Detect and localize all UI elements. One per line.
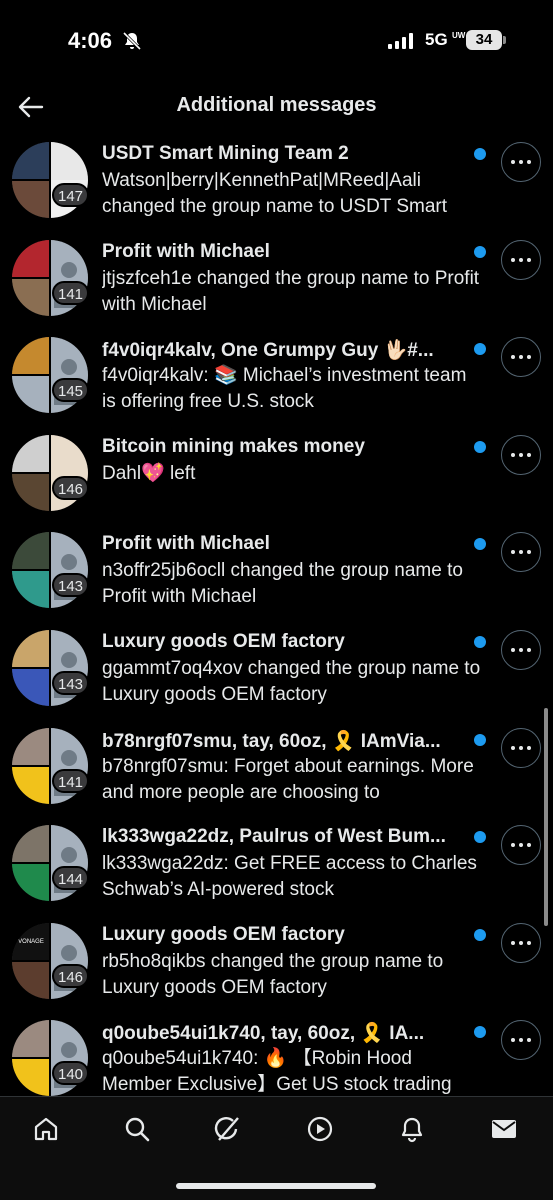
battery-icon: 34 [466,30,502,50]
conversation-preview: Dahl💖 left [102,462,196,484]
conversation-preview: f4v0iqr4kalv: 📚 Michael’s investment tea… [102,365,467,413]
more-options-button[interactable] [501,142,541,182]
page-title: Additional messages [176,94,377,116]
conversation-row[interactable]: 140 q0oube54ui1k740, tay, 60oz, 🎗️ IA...… [0,1012,553,1096]
unread-dot [474,1026,486,1039]
conversation-title: b78nrgf07smu, tay, 60oz, 🎗️ IAmVia... [102,730,441,752]
conversation-title: Luxury goods OEM factory [102,923,345,945]
search-icon [125,1117,150,1142]
unread-dot [474,440,486,453]
member-count-badge: 140 [52,1061,90,1086]
conversation-preview: ggammt7oq4xov changed the group name to … [102,657,481,705]
conversation-title: USDT Smart Mining Team 2 [102,143,349,164]
member-count-badge: 141 [52,280,90,305]
more-options-button[interactable] [501,922,541,963]
conversation-title: q0oube54ui1k740, tay, 60oz, 🎗️ IA... [102,1023,425,1045]
conversation-row[interactable]: 144 lk333wga22dz, Paulrus of West Bum...… [0,817,553,915]
member-count-badge: 146 [52,963,90,988]
conversation-preview: rb5ho8qikbs changed the group name to Lu… [102,950,444,998]
network-label: 5G [425,30,448,49]
nav-notifications[interactable] [392,1109,432,1149]
more-options-button[interactable] [501,434,541,475]
network-sub-label: UW [452,31,466,40]
more-options-button[interactable] [501,727,541,768]
more-options-button[interactable] [501,239,541,280]
more-options-button[interactable] [501,532,541,573]
home-indicator[interactable] [176,1183,376,1189]
bell-icon [401,1117,423,1143]
more-options-button[interactable] [501,825,541,866]
status-bar: 4:06 5G UW 34 [0,0,553,80]
conversation-list: 147 USDT Smart Mining Team 2 Watson|berr… [0,134,553,1096]
conversation-title: Profit with Michael [102,240,270,262]
member-count-badge: 146 [52,475,90,500]
conversation-preview: q0oube54ui1k740: 🔥 【Robin Hood Member Ex… [102,1048,452,1096]
signal-icon [388,33,413,49]
member-count-badge: 144 [52,866,90,891]
unread-dot [474,831,486,844]
member-count-badge: 145 [52,378,90,403]
mail-icon [492,1120,516,1138]
unread-dot [474,928,486,941]
conversation-preview: lk333wga22dz: Get FREE access to Charles… [102,853,477,901]
vonage-logo: VONAGE [12,922,50,961]
unread-dot [474,148,486,160]
conversation-preview: jtjszfceh1e changed the group name to Pr… [102,267,480,315]
unread-dot [474,245,486,258]
member-count-badge: 143 [52,573,90,598]
conversation-row[interactable]: 143 Luxury goods OEM factory ggammt7oq4x… [0,622,553,720]
header: Additional messages [0,80,553,134]
conversation-row[interactable]: 143 Profit with Michael n3offr25jb6ocll … [0,524,553,622]
conversation-row[interactable]: 147 USDT Smart Mining Team 2 Watson|berr… [0,134,553,232]
conversation-title: f4v0iqr4kalv, One Grumpy Guy 🖖🏻#... [102,340,434,362]
battery-tip [503,36,506,44]
nav-messages[interactable] [484,1109,524,1149]
play-icon [307,1116,333,1142]
conversation-row[interactable]: 146 Bitcoin mining makes money Dahl💖 lef… [0,427,553,525]
nav-search[interactable] [117,1109,157,1149]
conversation-preview: Watson|berry|KennethPat|MReed|Aali chang… [102,170,448,217]
unread-dot [474,538,486,551]
nav-video[interactable] [300,1109,340,1149]
unread-dot [474,733,486,746]
status-time: 4:06 [68,28,113,53]
unread-dot [474,343,486,356]
member-count-badge: 147 [52,183,90,207]
member-count-badge: 141 [52,768,90,793]
more-options-button[interactable] [501,1020,541,1061]
conversation-row[interactable]: VONAGE 146 Luxury goods OEM factory rb5h… [0,915,553,1013]
conversation-row[interactable]: 145 f4v0iqr4kalv, One Grumpy Guy 🖖🏻#... … [0,329,553,427]
unread-dot [474,635,486,648]
conversation-title: Luxury goods OEM factory [102,630,345,652]
conversation-preview: n3offr25jb6ocll changed the group name t… [102,560,463,608]
bell-off-icon [122,31,142,51]
nav-grok[interactable] [208,1109,248,1149]
conversation-title: Profit with Michael [102,533,270,555]
more-options-button[interactable] [501,629,541,670]
conversation-row[interactable]: 141 b78nrgf07smu, tay, 60oz, 🎗️ IAmVia..… [0,720,553,818]
conversation-preview: b78nrgf07smu: Forget about earnings. Mor… [102,755,474,803]
conversation-title: lk333wga22dz, Paulrus of West Bum... [102,826,446,848]
conversation-row[interactable]: 141 Profit with Michael jtjszfceh1e chan… [0,232,553,330]
nav-home[interactable] [26,1109,66,1149]
more-options-button[interactable] [501,337,541,378]
conversation-title: Bitcoin mining makes money [102,435,365,457]
scrollbar[interactable] [544,708,548,926]
member-count-badge: 143 [52,670,90,695]
home-icon [34,1117,58,1141]
grok-icon [214,1116,239,1141]
